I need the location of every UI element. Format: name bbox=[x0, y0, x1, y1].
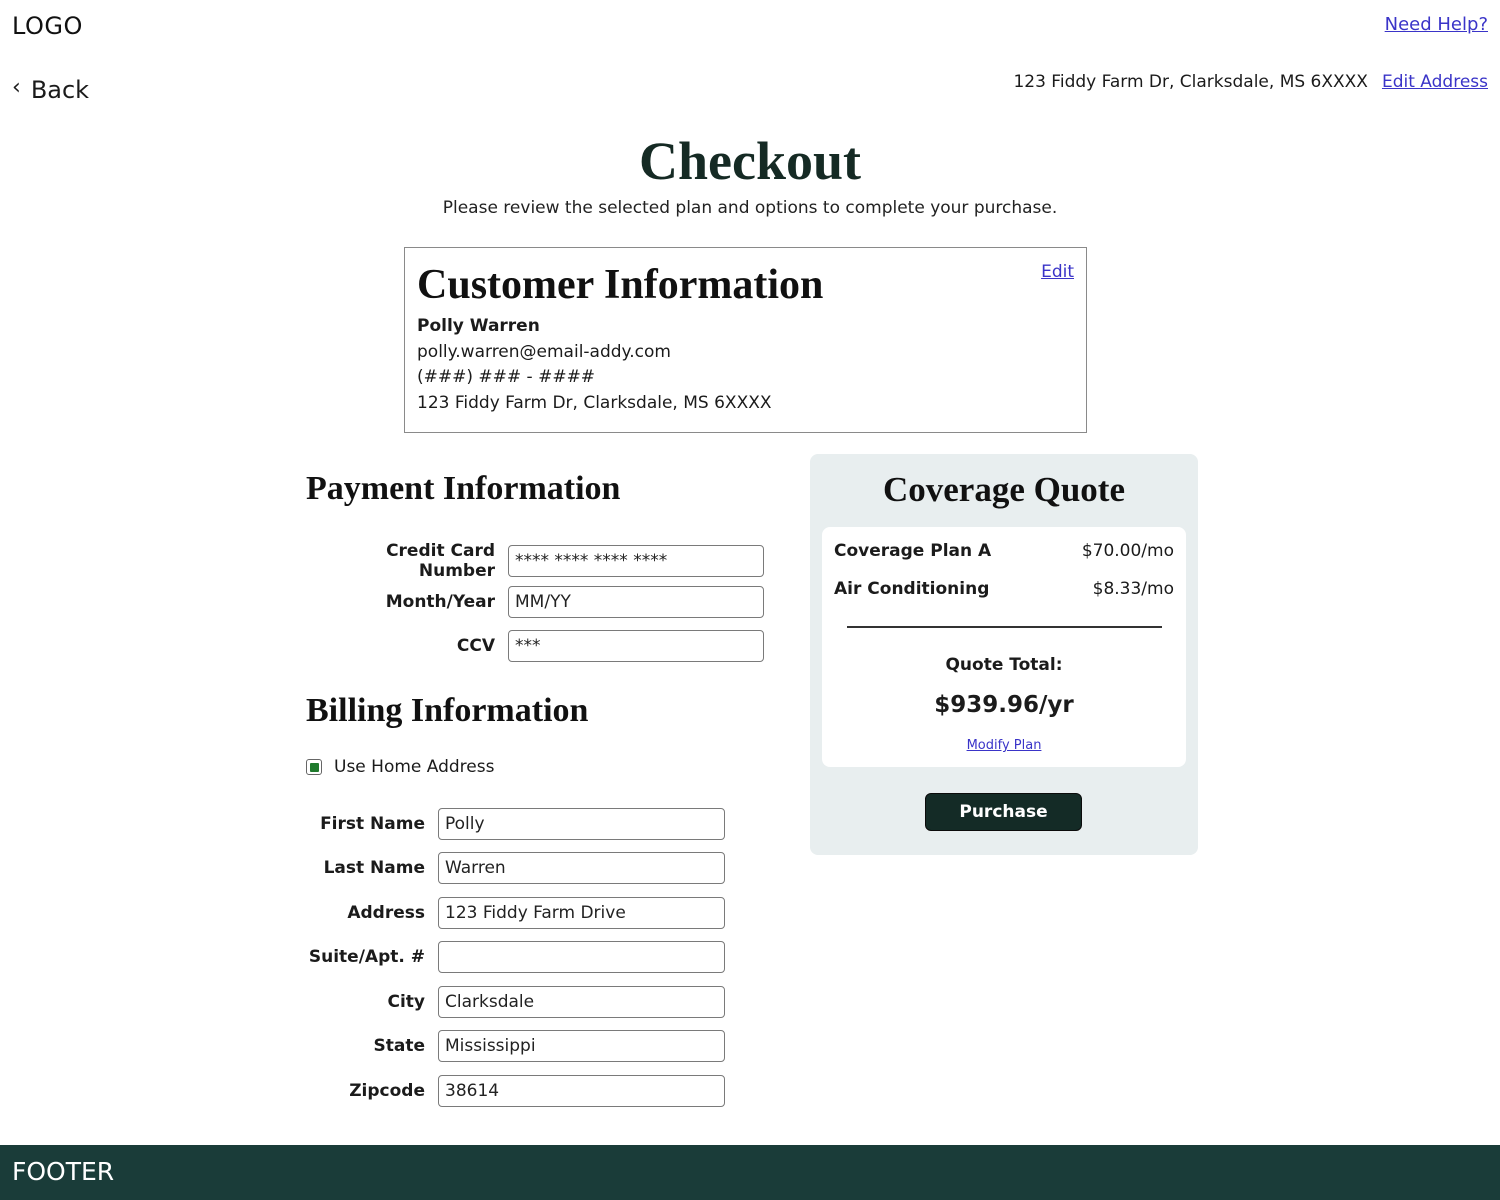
quote-divider bbox=[847, 626, 1162, 628]
address-label: Address bbox=[347, 903, 425, 923]
quote-total-label: Quote Total: bbox=[945, 655, 1063, 675]
last-name-input[interactable]: Warren bbox=[438, 852, 725, 884]
state-row: State Mississippi bbox=[306, 1030, 725, 1062]
footer-text: FOOTER bbox=[12, 1157, 115, 1186]
need-help-link[interactable]: Need Help? bbox=[1385, 14, 1488, 35]
billing-information-title: Billing Information bbox=[306, 692, 589, 729]
checkbox-checked-mark bbox=[309, 762, 319, 772]
page-title: Checkout bbox=[638, 131, 861, 191]
coverage-quote-panel: Coverage Quote Coverage Plan A $70.00/mo… bbox=[810, 454, 1198, 855]
zipcode-input[interactable]: 38614 bbox=[438, 1075, 725, 1107]
use-home-address-checkbox[interactable]: Use Home Address bbox=[306, 757, 494, 777]
month-year-input[interactable]: MM/YY bbox=[508, 586, 764, 618]
customer-phone: (###) ### - #### bbox=[417, 367, 596, 388]
state-label: State bbox=[373, 1036, 426, 1056]
city-row: City Clarksdale bbox=[306, 986, 725, 1018]
address-input[interactable]: 123 Fiddy Farm Drive bbox=[438, 897, 725, 929]
customer-address: 123 Fiddy Farm Dr, Clarksdale, MS 6XXXX bbox=[417, 392, 772, 413]
footer: FOOTER bbox=[0, 1145, 1500, 1200]
back-button[interactable]: ‹ Back bbox=[12, 76, 89, 104]
credit-card-label: Credit Card Number bbox=[386, 541, 495, 581]
last-name-label: Last Name bbox=[323, 858, 425, 878]
city-label: City bbox=[387, 992, 425, 1012]
quote-line-item: Coverage Plan A $70.00/mo bbox=[834, 541, 1174, 561]
back-label: Back bbox=[30, 76, 90, 104]
zipcode-label: Zipcode bbox=[349, 1081, 425, 1101]
purchase-button[interactable]: Purchase bbox=[925, 793, 1082, 831]
first-name-label: First Name bbox=[320, 814, 425, 834]
ccv-row: CCV *** bbox=[306, 630, 764, 662]
checkbox-icon[interactable] bbox=[306, 759, 322, 775]
state-input[interactable]: Mississippi bbox=[438, 1030, 725, 1062]
quote-item-label: Air Conditioning bbox=[834, 579, 990, 599]
address-bar: 123 Fiddy Farm Dr, Clarksdale, MS 6XXXX … bbox=[1013, 72, 1488, 92]
customer-name: Polly Warren bbox=[417, 316, 540, 337]
customer-email: polly.warren@email-addy.com bbox=[417, 341, 671, 362]
customer-information-card: Customer Information Edit Polly Warren p… bbox=[404, 247, 1087, 433]
credit-card-input[interactable]: **** **** **** **** bbox=[508, 545, 764, 577]
credit-card-row: Credit Card Number **** **** **** **** bbox=[306, 541, 764, 581]
modify-plan-link[interactable]: Modify Plan bbox=[967, 738, 1042, 753]
month-year-row: Month/Year MM/YY bbox=[306, 586, 764, 618]
quote-summary-card: Coverage Plan A $70.00/mo Air Conditioni… bbox=[822, 527, 1186, 767]
use-home-address-label: Use Home Address bbox=[334, 757, 495, 777]
edit-customer-link[interactable]: Edit bbox=[1041, 262, 1074, 282]
quote-total-value: $939.96/yr bbox=[934, 692, 1074, 718]
first-name-row: First Name Polly bbox=[306, 808, 725, 840]
suite-row: Suite/Apt. # bbox=[306, 941, 725, 973]
zipcode-row: Zipcode 38614 bbox=[306, 1075, 725, 1107]
quote-line-item: Air Conditioning $8.33/mo bbox=[834, 579, 1174, 599]
ccv-label: CCV bbox=[456, 636, 495, 656]
payment-information-title: Payment Information bbox=[306, 470, 621, 507]
coverage-quote-title: Coverage Quote bbox=[882, 470, 1125, 509]
current-address: 123 Fiddy Farm Dr, Clarksdale, MS 6XXXX bbox=[1013, 72, 1368, 92]
city-input[interactable]: Clarksdale bbox=[438, 986, 725, 1018]
ccv-input[interactable]: *** bbox=[508, 630, 764, 662]
quote-item-price: $8.33/mo bbox=[1092, 579, 1174, 599]
month-year-label: Month/Year bbox=[385, 592, 495, 612]
customer-information-title: Customer Information bbox=[417, 262, 824, 308]
chevron-left-icon: ‹ bbox=[12, 75, 21, 100]
suite-label: Suite/Apt. # bbox=[308, 947, 425, 967]
quote-item-price: $70.00/mo bbox=[1081, 541, 1174, 561]
address-row: Address 123 Fiddy Farm Drive bbox=[306, 897, 725, 929]
edit-address-link[interactable]: Edit Address bbox=[1382, 72, 1488, 92]
quote-item-label: Coverage Plan A bbox=[834, 541, 992, 561]
suite-input[interactable] bbox=[438, 941, 725, 973]
first-name-input[interactable]: Polly bbox=[438, 808, 725, 840]
page-subtitle: Please review the selected plan and opti… bbox=[442, 198, 1058, 218]
last-name-row: Last Name Warren bbox=[306, 852, 725, 884]
logo[interactable]: LOGO bbox=[12, 12, 83, 40]
